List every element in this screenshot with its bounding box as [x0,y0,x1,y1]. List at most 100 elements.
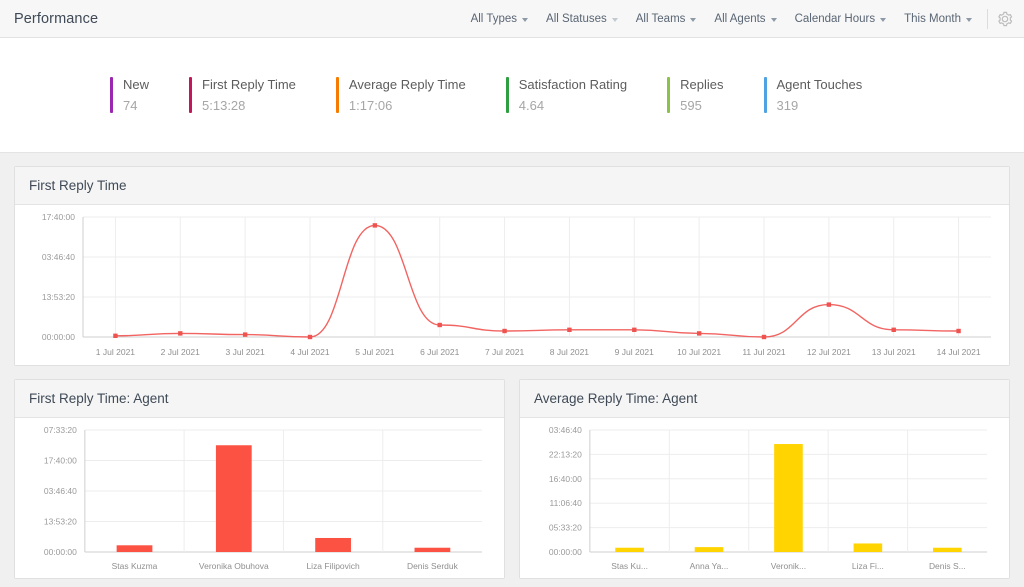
svg-text:Denis Serduk: Denis Serduk [407,561,459,571]
kpi-accent-bar [335,77,339,113]
panel-first-reply-time: First Reply Time 17:40:00 03:46:40 13:53:2… [14,166,1010,366]
svg-text:05:33:20: 05:33:20 [549,523,582,533]
bar-right-body: 03:46:40 22:13:20 16:40:00 11:06:40 05:33:20… [520,418,1009,578]
svg-text:10 Jul 2021: 10 Jul 2021 [677,347,721,357]
kpi-label: Satisfaction Rating [518,77,628,92]
svg-text:Liza Filipovich: Liza Filipovich [306,561,360,571]
bar-left-body: 07:33:20 17:40:00 03:46:40 13:53:20 00:00:00… [15,418,504,578]
svg-text:12 Jul 2021: 12 Jul 2021 [807,347,851,357]
panel-first-reply-time-agent: First Reply Time: Agent 07:33:20 17:40:00… [14,379,505,579]
svg-text:Denis S...: Denis S... [929,561,966,571]
kpi-label: Agent Touches [776,77,863,92]
kpi-strip: New 74 First Reply Time 5:13:28 Average … [0,38,1024,153]
panel-title: First Reply Time [15,167,1009,205]
svg-text:1 Jul 2021: 1 Jul 2021 [96,347,135,357]
panel-title: First Reply Time: Agent [15,380,504,418]
kpi-new: New 74 [110,77,189,113]
filter-date-range-label: This Month [904,12,961,25]
chevron-down-icon [690,17,697,22]
kpi-value: 595 [680,98,702,113]
filter-all-types[interactable]: All Types [462,9,537,29]
kpi-accent-bar [667,77,671,113]
kpi-label: Average Reply Time [348,77,466,92]
svg-text:7 Jul 2021: 7 Jul 2021 [485,347,524,357]
chevron-down-icon [770,17,777,22]
svg-text:13:53:20: 13:53:20 [44,516,77,526]
filter-all-types-label: All Types [470,12,518,25]
svg-text:00:00:00: 00:00:00 [42,332,75,342]
svg-text:03:46:40: 03:46:40 [42,252,75,262]
gear-icon[interactable] [996,10,1014,28]
agent-charts-row: First Reply Time: Agent 07:33:20 17:40:00… [14,379,1010,579]
kpi-label: First Reply Time [202,77,296,92]
kpi-accent-bar [505,77,509,113]
svg-text:9 Jul 2021: 9 Jul 2021 [615,347,654,357]
filter-bar: All Types All Statuses All Teams All Age… [462,8,1014,29]
kpi-value: 5:13:28 [202,98,246,113]
svg-text:22:13:20: 22:13:20 [549,449,582,459]
svg-text:00:00:00: 00:00:00 [44,547,77,557]
svg-text:Veronika Obuhova: Veronika Obuhova [199,561,269,571]
dashboard-content: First Reply Time 17:40:00 03:46:40 13:53:2… [0,153,1024,579]
bar-chart-first-reply-time-agent[interactable]: 07:33:20 17:40:00 03:46:40 13:53:20 00:00:00… [15,418,504,578]
svg-text:13:53:20: 13:53:20 [42,292,75,302]
svg-text:Veronik...: Veronik... [771,561,806,571]
bar-chart-average-reply-time-agent[interactable]: 03:46:40 22:13:20 16:40:00 11:06:40 05:33:20… [520,418,1009,578]
kpi-value: 1:17:06 [348,98,393,113]
kpi-label: New [123,77,150,92]
kpi-value: 4.64 [518,98,545,113]
line-chart[interactable]: 17:40:00 03:46:40 13:53:20 00:00:00 1 Jul 20… [15,205,1009,365]
kpi-accent-bar [763,77,767,113]
kpi-agent-touches: Agent Touches 319 [763,77,903,113]
svg-text:07:33:20: 07:33:20 [44,425,77,435]
kpi-average-reply-time: Average Reply Time 1:17:06 [335,77,506,113]
svg-text:Stas Ku...: Stas Ku... [611,561,648,571]
filter-calendar-hours[interactable]: Calendar Hours [786,9,896,29]
svg-text:Liza Fi...: Liza Fi... [852,561,884,571]
top-bar: Performance All Types All Statuses All T… [0,0,1024,38]
kpi-replies: Replies 595 [667,77,763,113]
kpi-value: 319 [776,98,799,113]
svg-text:8 Jul 2021: 8 Jul 2021 [550,347,589,357]
svg-text:11:06:40: 11:06:40 [550,498,583,508]
filter-all-agents[interactable]: All Agents [705,9,785,29]
filter-all-teams[interactable]: All Teams [627,9,706,29]
toolbar-divider [987,8,988,29]
kpi-label: Replies [680,77,724,92]
svg-text:3 Jul 2021: 3 Jul 2021 [226,347,265,357]
svg-text:16:40:00: 16:40:00 [549,474,582,484]
svg-text:17:40:00: 17:40:00 [42,212,75,222]
kpi-accent-bar [110,77,113,113]
kpi-accent-bar [189,77,193,113]
chevron-down-icon [966,17,972,22]
svg-text:4 Jul 2021: 4 Jul 2021 [290,347,329,357]
line-chart-body: 17:40:00 03:46:40 13:53:20 00:00:00 1 Jul 20… [15,205,1009,365]
svg-text:03:46:40: 03:46:40 [549,425,582,435]
svg-text:11 Jul 2021: 11 Jul 2021 [742,347,786,357]
svg-text:6 Jul 2021: 6 Jul 2021 [420,347,459,357]
filter-date-range[interactable]: This Month [895,9,981,29]
svg-text:13 Jul 2021: 13 Jul 2021 [872,347,916,357]
svg-text:14 Jul 2021: 14 Jul 2021 [937,347,981,357]
panel-average-reply-time-agent: Average Reply Time: Agent 03:46:40 22:13:… [519,379,1010,579]
svg-text:17:40:00: 17:40:00 [44,455,77,465]
filter-all-statuses-label: All Statuses [546,12,607,25]
page-title: Performance [14,10,99,27]
kpi-satisfaction-rating: Satisfaction Rating 4.64 [505,77,667,113]
svg-text:Anna Ya...: Anna Ya... [690,561,729,571]
filter-all-teams-label: All Teams [635,12,686,25]
chevron-down-icon [611,17,618,22]
filter-all-agents-label: All Agents [714,12,766,25]
svg-text:5 Jul 2021: 5 Jul 2021 [355,347,394,357]
panel-title: Average Reply Time: Agent [520,380,1009,418]
svg-text:Stas Kuzma: Stas Kuzma [112,561,158,571]
svg-text:2 Jul 2021: 2 Jul 2021 [161,347,200,357]
chevron-down-icon [880,17,887,22]
svg-text:00:00:00: 00:00:00 [549,547,582,557]
kpi-first-reply-time: First Reply Time 5:13:28 [189,77,336,113]
chevron-down-icon [522,17,529,22]
filter-all-statuses[interactable]: All Statuses [537,9,627,29]
svg-text:03:46:40: 03:46:40 [44,486,77,496]
filter-calendar-hours-label: Calendar Hours [794,12,876,25]
kpi-value: 74 [123,98,138,113]
